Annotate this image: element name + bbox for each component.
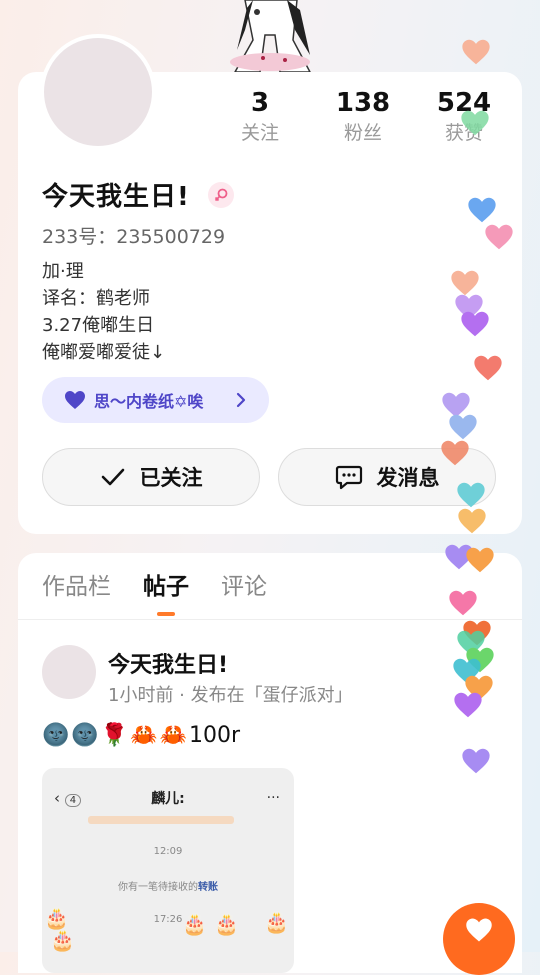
crab-emoji: 🦀 xyxy=(130,723,158,748)
cake-icon: 🎂 xyxy=(44,906,69,930)
like-button[interactable] xyxy=(443,903,515,975)
heart-icon xyxy=(485,224,513,250)
chat-bubble xyxy=(88,816,234,824)
profile-name: 今天我生日! xyxy=(42,182,190,212)
new-moon-face-emoji: 🌚 xyxy=(71,723,99,748)
chevron-right-icon xyxy=(236,392,246,408)
heart-icon xyxy=(468,197,496,223)
heart-icon xyxy=(458,508,486,534)
user-id: 233号：235500729 xyxy=(42,226,226,248)
cake-icon: 🎂 xyxy=(264,910,289,934)
group-tag[interactable]: 思～内卷纸✡唉 xyxy=(42,377,269,423)
transfer-notice: 你有一笔待接收的转账 xyxy=(42,878,294,893)
message-icon xyxy=(335,465,362,490)
heart-icon xyxy=(462,39,490,65)
heart-icon xyxy=(441,440,469,466)
crab-emoji: 🦀 xyxy=(159,723,188,748)
rose-emoji: 🌹 xyxy=(100,723,129,748)
posts-card: 作品栏 帖子 评论 今天我生日! 1小时前 · 发布在「蛋仔派对」 🌚 🌚 🌹 … xyxy=(18,553,522,973)
stat-label: 关注 xyxy=(240,122,279,144)
heart-icon xyxy=(449,590,477,616)
cake-icon: 🎂 xyxy=(50,928,75,952)
post-text: 100r xyxy=(189,723,241,748)
heart-icon xyxy=(462,748,490,774)
bio: 加·理 译名：鹤老师 3.27俺嘟生日 俺嘟爱嘟爱徒↓ xyxy=(42,258,165,366)
heart-icon xyxy=(466,547,494,573)
chat-time: 17:26 xyxy=(153,914,183,925)
group-tag-label: 思～内卷纸✡唉 xyxy=(94,392,204,411)
check-icon xyxy=(101,468,124,486)
tab-bar: 作品栏 帖子 评论 xyxy=(42,571,299,616)
heart-icon xyxy=(65,391,85,409)
chat-time: 12:09 xyxy=(153,846,183,857)
heart-icon xyxy=(454,692,482,718)
female-icon xyxy=(207,181,234,208)
stat-following[interactable]: 3 关注 xyxy=(215,86,305,146)
heart-icon xyxy=(466,918,492,942)
post-image[interactable]: ‹ 4 麟儿: ··· 12:09 你有一笔待接收的转账 17:26 🎂 🎂 🎂… xyxy=(42,768,294,973)
transfer-prefix: 你有一笔待接收的 xyxy=(118,882,198,893)
chat-topbar: ‹ 4 麟儿: ··· xyxy=(42,784,294,812)
transfer-link: 转账 xyxy=(198,882,218,893)
divider xyxy=(18,619,522,620)
chat-name: 麟儿: xyxy=(151,791,185,807)
stat-value: 3 xyxy=(250,88,270,118)
heart-icon xyxy=(461,110,489,136)
cake-icon: 🎂 xyxy=(214,912,239,936)
bio-line: 加·理 xyxy=(42,261,84,282)
stat-label: 粉丝 xyxy=(343,122,382,144)
tab-posts[interactable]: 帖子 xyxy=(143,571,189,616)
tab-works[interactable]: 作品栏 xyxy=(42,571,111,603)
new-moon-face-emoji: 🌚 xyxy=(42,723,70,748)
post-author[interactable]: 今天我生日! xyxy=(108,647,228,679)
bio-line: 俺嘟爱嘟爱徒↓ xyxy=(42,342,166,363)
post-content[interactable]: 🌚 🌚 🌹 🦀 🦀 100r xyxy=(42,723,240,748)
banner-artwork xyxy=(215,0,325,73)
stat-value: 138 xyxy=(335,88,391,118)
heart-icon xyxy=(474,355,502,381)
post-meta: 1小时前 · 发布在「蛋仔派对」 xyxy=(108,685,353,706)
heart-icon xyxy=(461,311,489,337)
post-avatar[interactable] xyxy=(42,645,96,699)
bio-line: 3.27俺嘟生日 xyxy=(42,315,155,336)
bio-line: 译名：鹤老师 xyxy=(42,288,150,309)
tab-comments[interactable]: 评论 xyxy=(221,571,267,603)
name-row: 今天我生日! xyxy=(42,176,234,213)
cake-icon: 🎂 xyxy=(182,912,207,936)
avatar[interactable] xyxy=(40,34,156,150)
stat-followers[interactable]: 138 粉丝 xyxy=(318,86,408,146)
followed-button[interactable]: 已关注 xyxy=(42,448,260,506)
followed-label: 已关注 xyxy=(139,466,203,490)
message-label: 发消息 xyxy=(376,466,440,490)
more-icon: ··· xyxy=(266,790,280,806)
